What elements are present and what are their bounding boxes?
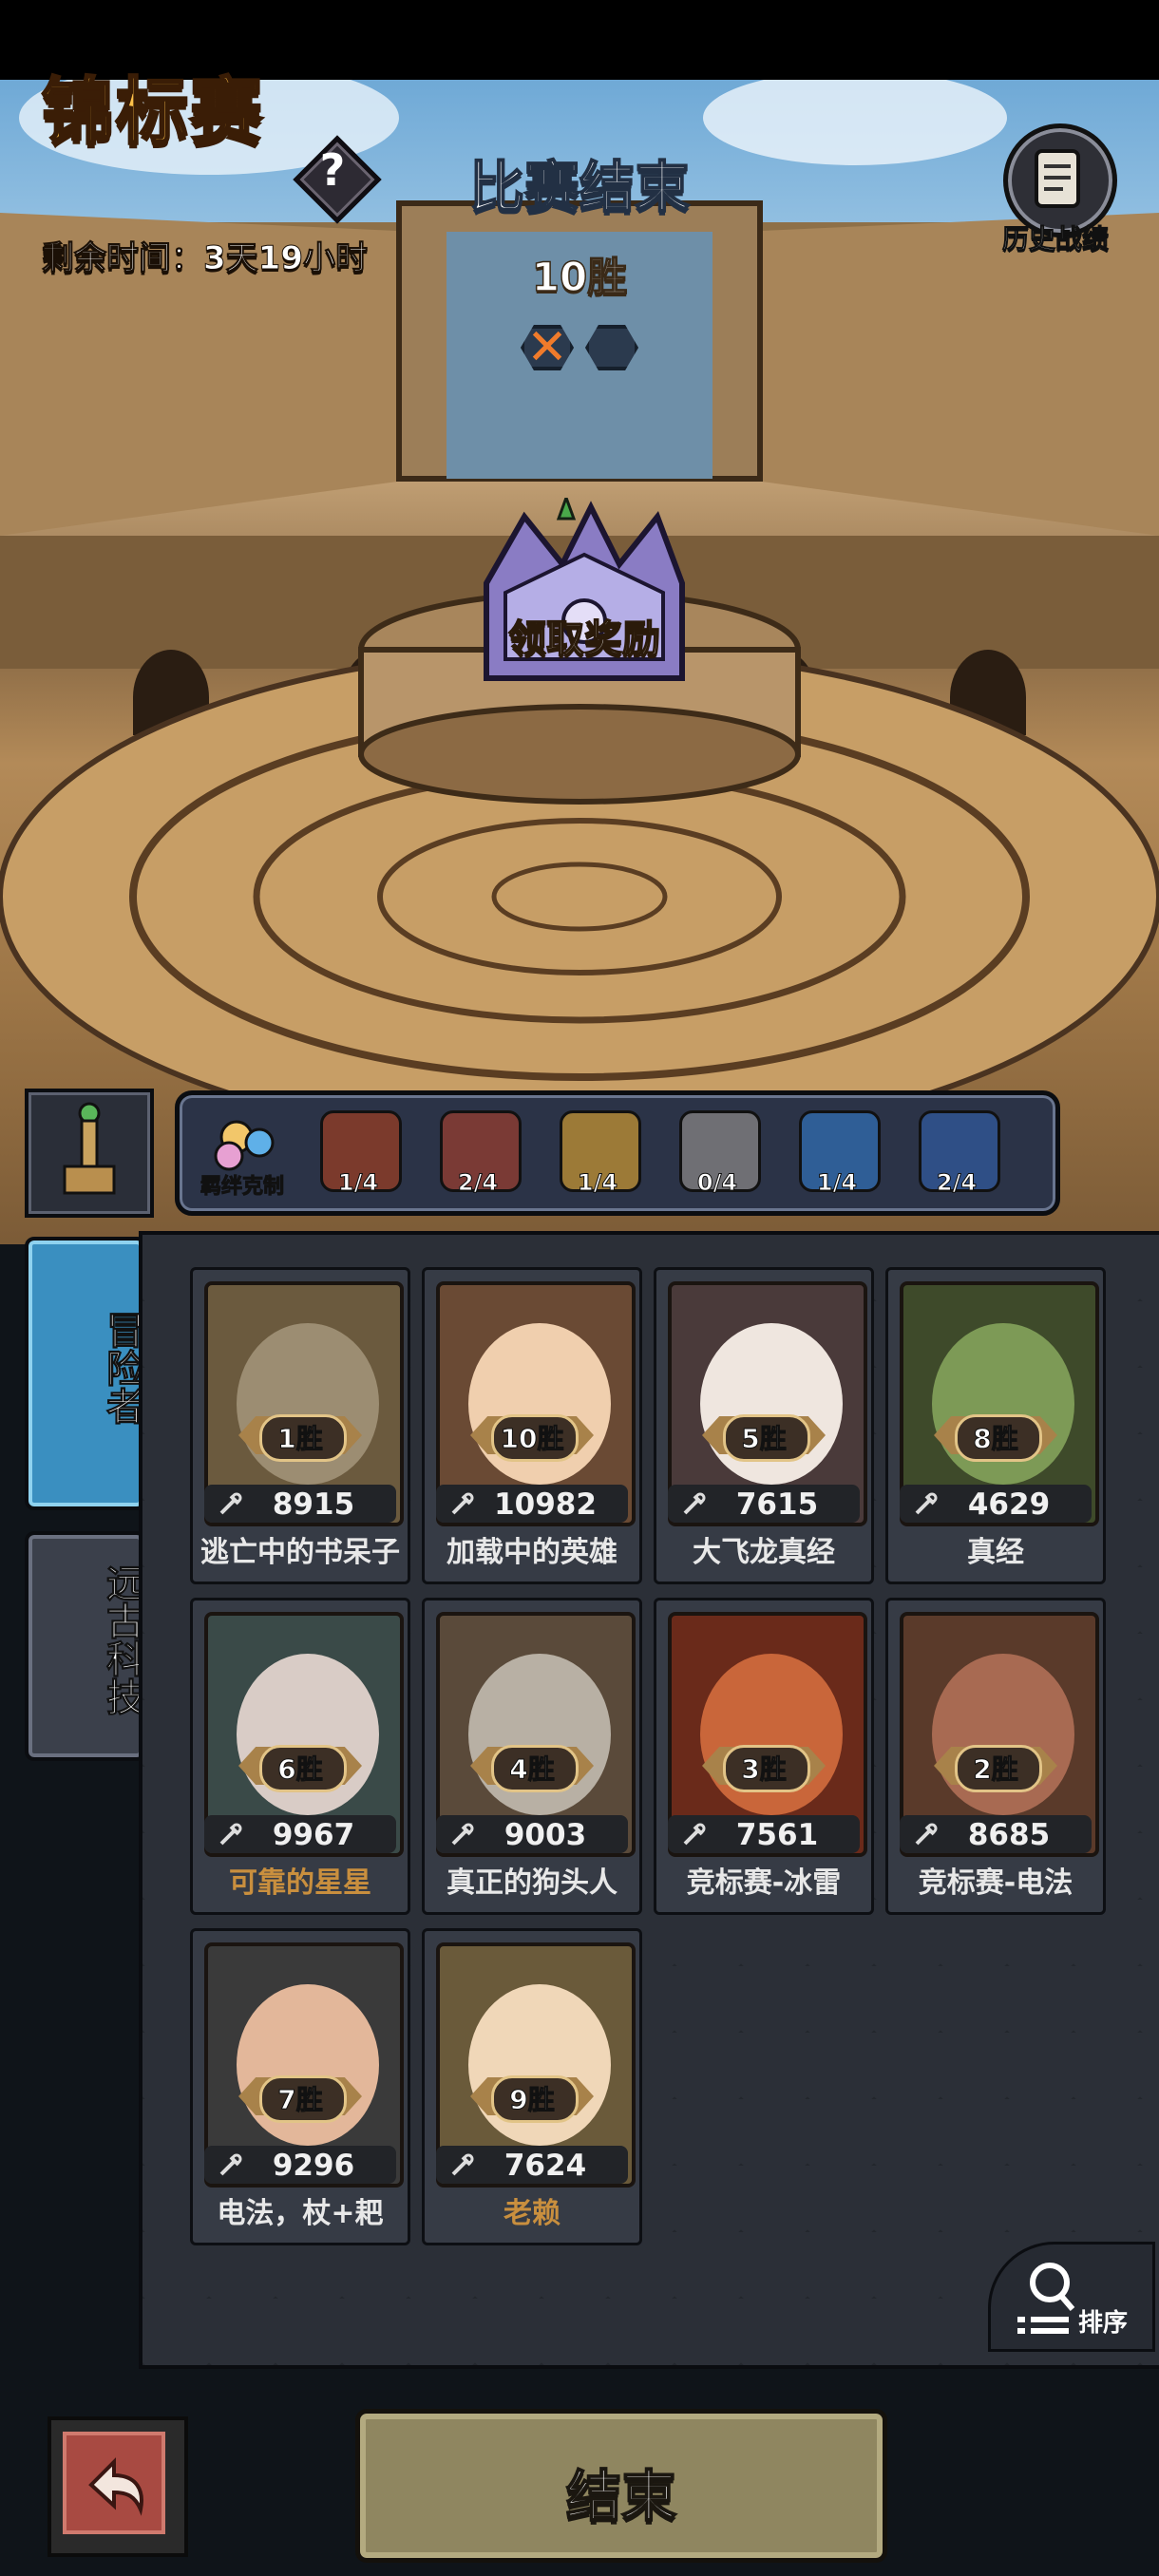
adventurer-card[interactable]: 7胜 9296 电法，杖+耙: [190, 1928, 410, 2245]
bond-item-2[interactable]: 2/4: [432, 1110, 523, 1202]
wins-badge: 1胜: [238, 1411, 362, 1462]
adventurer-card[interactable]: 2胜 8685 竞标赛-电法: [885, 1598, 1106, 1915]
power-value: 7624: [504, 2149, 587, 2183]
adventurer-name: 竞标赛-电法: [918, 1866, 1074, 1900]
bond-counter-label: 羁绊克制: [200, 1175, 284, 1200]
sword-icon: [915, 1823, 938, 1846]
power-value: 8915: [272, 1487, 355, 1522]
wins-badge: 2胜: [934, 1741, 1057, 1792]
power-bar: 7615: [668, 1485, 860, 1523]
sort-button[interactable]: 排序: [988, 2242, 1155, 2352]
adventurer-card[interactable]: 8胜 4629 真经: [885, 1267, 1106, 1584]
adventurer-name: 真正的狗头人: [446, 1866, 618, 1900]
power-value: 9003: [504, 1818, 587, 1852]
bond-item-1[interactable]: 1/4: [313, 1110, 404, 1202]
end-button[interactable]: 结束: [355, 2409, 887, 2563]
loss-slot-1: ✕: [521, 319, 574, 376]
adventurer-card[interactable]: 9胜 7624 老赖: [422, 1928, 642, 2245]
power-bar: 4629: [900, 1485, 1092, 1523]
wins-badge: 9胜: [470, 2072, 594, 2123]
adventurer-name: 大飞龙真经: [693, 1536, 835, 1569]
wins-badge: 7胜: [238, 2072, 362, 2123]
wins-badge: 8胜: [934, 1411, 1057, 1462]
power-value: 10982: [494, 1487, 597, 1522]
adventurer-card[interactable]: 3胜 7561 竞标赛-冰雷: [654, 1598, 874, 1915]
sword-icon: [219, 1492, 242, 1515]
power-value: 9296: [272, 2149, 355, 2183]
wins-badge: 3胜: [702, 1741, 826, 1792]
history-button[interactable]: 历史战绩: [994, 123, 1117, 266]
page-title: 锦标赛: [41, 68, 264, 156]
adventurer-card[interactable]: 1胜 8915 逃亡中的书呆子: [190, 1267, 410, 1584]
power-value: 9967: [272, 1818, 355, 1852]
tower-button[interactable]: [25, 1089, 154, 1218]
flower-fist-icon: [214, 1120, 275, 1171]
power-value: 8685: [967, 1818, 1051, 1852]
history-label: 历史战绩: [1001, 223, 1109, 256]
sword-icon: [219, 1823, 242, 1846]
power-bar: 9296: [204, 2146, 396, 2184]
tab-adventurers[interactable]: 冒险者: [25, 1237, 146, 1510]
adventurer-name: 老赖: [504, 2197, 560, 2230]
adventurer-name: 加载中的英雄: [446, 1536, 618, 1569]
bond-item-4[interactable]: 0/4: [672, 1110, 763, 1202]
power-bar: 9967: [204, 1815, 396, 1853]
loss-slot-2: [585, 325, 638, 370]
sort-label: 排序: [1078, 2309, 1129, 2338]
help-button[interactable]: ?: [293, 135, 382, 224]
tower-icon: [63, 1102, 116, 1195]
sword-icon: [219, 2153, 242, 2176]
adventurer-card[interactable]: 10胜 10982 加载中的英雄: [422, 1267, 642, 1584]
tab-ancient-tech-label: 远古科技: [100, 1563, 144, 1716]
help-label: ?: [319, 144, 346, 196]
cross-icon: ✕: [526, 319, 568, 376]
sword-icon: [451, 1492, 474, 1515]
sword-icon: [683, 1823, 706, 1846]
adventurer-card[interactable]: 4胜 9003 真正的狗头人: [422, 1598, 642, 1915]
remaining-time: 剩余时间：3天19小时: [42, 239, 369, 278]
power-bar: 7561: [668, 1815, 860, 1853]
power-bar: 7624: [436, 2146, 628, 2184]
adventurer-name: 真经: [967, 1536, 1024, 1569]
power-value: 7615: [735, 1487, 819, 1522]
sword-icon: [683, 1492, 706, 1515]
match-status: 比赛结束: [468, 154, 691, 220]
adventurer-name: 逃亡中的书呆子: [200, 1536, 400, 1569]
adventurer-card[interactable]: 5胜 7615 大飞龙真经: [654, 1267, 874, 1584]
adventurer-name: 竞标赛-冰雷: [686, 1866, 842, 1900]
bond-item-5[interactable]: 1/4: [791, 1110, 883, 1202]
power-bar: 8685: [900, 1815, 1092, 1853]
power-bar: 10982: [436, 1485, 628, 1523]
adventurer-name: 电法，杖+耙: [217, 2197, 384, 2230]
wins-count: 10胜: [531, 253, 628, 301]
reward-chest[interactable]: [467, 493, 701, 707]
adventurer-name: 可靠的星星: [229, 1866, 371, 1900]
wins-badge: 5胜: [702, 1411, 826, 1462]
sword-icon: [915, 1492, 938, 1515]
adventurer-card[interactable]: 6胜 9967 可靠的星星: [190, 1598, 410, 1915]
wins-badge: 10胜: [470, 1411, 594, 1462]
tab-adventurers-label: 冒险者: [100, 1311, 144, 1426]
wins-badge: 4胜: [470, 1741, 594, 1792]
sword-icon: [451, 2153, 474, 2176]
back-button[interactable]: [48, 2416, 188, 2557]
power-value: 4629: [967, 1487, 1051, 1522]
bond-item-3[interactable]: 1/4: [552, 1110, 643, 1202]
bond-bar: 羁绊克制 1/4 2/4 1/4 0/4 1/4 2/4: [175, 1090, 1060, 1216]
bond-item-6[interactable]: 2/4: [911, 1110, 1002, 1202]
wins-badge: 6胜: [238, 1741, 362, 1792]
sword-icon: [451, 1823, 474, 1846]
claim-reward-label[interactable]: 领取奖励: [456, 608, 712, 663]
back-arrow-icon: [63, 2432, 165, 2534]
end-button-label: 结束: [565, 2463, 677, 2529]
power-bar: 9003: [436, 1815, 628, 1853]
power-bar: 8915: [204, 1485, 396, 1523]
bond-counter-button[interactable]: 羁绊克制: [197, 1110, 288, 1202]
power-value: 7561: [735, 1818, 819, 1852]
tab-ancient-tech[interactable]: 远古科技: [25, 1531, 146, 1761]
